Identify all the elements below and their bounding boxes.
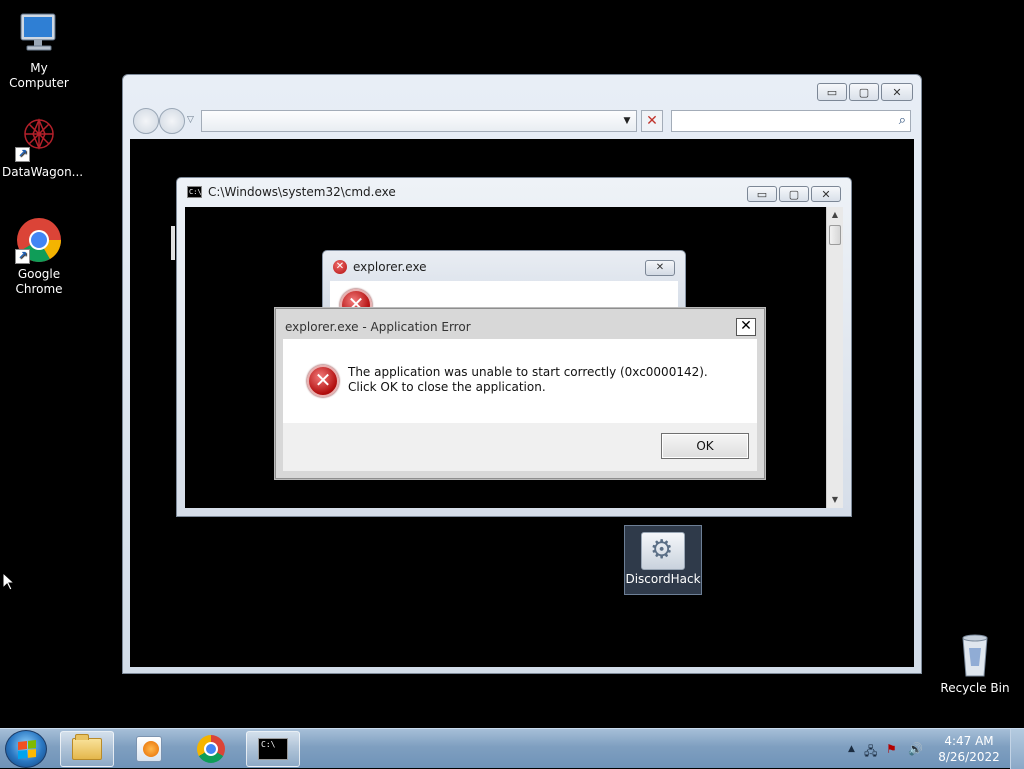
desktop-icon-discordhack[interactable]: ⚙ DiscordHack [624, 525, 702, 595]
datawagon-icon: ↗ [15, 114, 63, 162]
clock-date: 8/26/2022 [938, 750, 1000, 764]
desktop-icon-my-computer[interactable]: My Computer [0, 10, 78, 91]
desktop-icon-datawagon[interactable]: ↗ DataWagon... [0, 114, 84, 180]
back-button[interactable] [133, 108, 159, 134]
cmd-titlebar: C:\ C:\Windows\system32\cmd.exe [187, 185, 396, 199]
chrome-icon [197, 735, 225, 763]
cmd-icon: C:\ [258, 738, 288, 760]
show-desktop-button[interactable] [1010, 729, 1024, 769]
application-error-dialog[interactable]: explorer.exe - Application Error ✕ ✕ The… [275, 308, 765, 479]
clock[interactable]: 4:47 AM 8/26/2022 [934, 733, 1004, 765]
desktop-icon-label: Google Chrome [15, 267, 63, 296]
bg-dialog-title: explorer.exe [353, 260, 427, 274]
dialog-body: ✕ The application was unable to start co… [283, 339, 757, 423]
desktop-icon-label: My Computer [9, 61, 69, 90]
ok-button[interactable]: OK [661, 433, 749, 459]
scroll-down-icon[interactable]: ▼ [827, 492, 843, 508]
dialog-footer: OK [283, 423, 757, 471]
cmd-close-button[interactable]: ✕ [811, 186, 841, 202]
chrome-icon: ↗ [15, 216, 63, 264]
error-message: The application was unable to start corr… [348, 365, 708, 394]
taskbar: C:\ ▲ 🖧 ⚑ 🔊 4:47 AM 8/26/2022 [0, 728, 1024, 769]
error-icon: ✕ [333, 260, 347, 274]
desktop-icon-google-chrome[interactable]: ↗ Google Chrome [0, 216, 78, 297]
shortcut-arrow-icon: ↗ [15, 249, 30, 264]
forward-button[interactable] [159, 108, 185, 134]
desktop-icon-label: DiscordHack [625, 572, 701, 586]
search-icon[interactable]: ⌕ [899, 113, 906, 128]
volume-icon[interactable]: 🔊 [908, 742, 923, 756]
system-tray: ▲ 🖧 ⚑ 🔊 4:47 AM 8/26/2022 [834, 729, 1024, 769]
recent-pages-chevron-icon[interactable]: ▽ [187, 115, 194, 125]
cmd-minimize-button[interactable]: ▭ [747, 186, 777, 202]
cmd-title: C:\Windows\system32\cmd.exe [208, 185, 396, 199]
desktop-icon-label: Recycle Bin [940, 681, 1010, 695]
windows-logo-icon [18, 740, 36, 759]
taskbar-media-player[interactable] [122, 731, 176, 767]
minimize-button[interactable]: ▭ [817, 83, 847, 101]
bg-dialog-close-button[interactable]: ✕ [645, 260, 675, 276]
gear-app-icon: ⚙ [641, 532, 685, 570]
dialog-title: explorer.exe - Application Error [285, 320, 471, 334]
folder-icon [72, 734, 102, 760]
scroll-up-icon[interactable]: ▲ [827, 207, 843, 223]
taskbar-command-prompt[interactable]: C:\ [246, 731, 300, 767]
taskbar-google-chrome[interactable] [184, 731, 238, 767]
error-icon: ✕ [307, 365, 339, 397]
desktop-icon-recycle-bin[interactable]: Recycle Bin [936, 630, 1014, 696]
media-player-icon [136, 736, 162, 762]
stop-icon[interactable]: ✕ [641, 110, 663, 132]
dialog-close-button[interactable]: ✕ [736, 318, 756, 336]
cmd-caption-buttons: ▭ ▢ ✕ [747, 186, 841, 202]
start-button[interactable] [5, 730, 47, 768]
taskbar-windows-explorer[interactable] [60, 731, 114, 767]
cmd-icon: C:\ [187, 186, 202, 198]
navigation-bar: ▽ ▼ ✕ ⌕ [131, 107, 913, 135]
scroll-thumb[interactable] [829, 225, 841, 245]
cmd-scrollbar[interactable]: ▲ ▼ [826, 207, 843, 508]
clock-time: 4:47 AM [944, 734, 994, 748]
desktop-icon-label: DataWagon... [2, 165, 84, 179]
explorer-caption-buttons: ▭ ▢ ✕ [817, 83, 913, 101]
shortcut-arrow-icon: ↗ [15, 147, 30, 162]
close-button[interactable]: ✕ [881, 83, 913, 101]
text-cursor [171, 226, 175, 260]
recycle-bin-icon [951, 630, 999, 678]
address-dropdown-icon[interactable]: ▼ [620, 113, 634, 129]
action-center-icon[interactable]: ⚑ [886, 742, 897, 756]
maximize-button[interactable]: ▢ [849, 83, 879, 101]
show-hidden-icons-icon[interactable]: ▲ [848, 744, 855, 754]
network-icon[interactable]: 🖧 [864, 742, 877, 763]
address-bar[interactable]: ▼ [201, 110, 637, 132]
bg-dialog-titlebar: ✕ explorer.exe [333, 260, 427, 274]
cmd-maximize-button[interactable]: ▢ [779, 186, 809, 202]
search-input[interactable]: ⌕ [671, 110, 911, 132]
computer-icon [15, 10, 63, 58]
desktop: My Computer ↗ DataWagon... ↗ Google Chro… [0, 0, 1024, 728]
